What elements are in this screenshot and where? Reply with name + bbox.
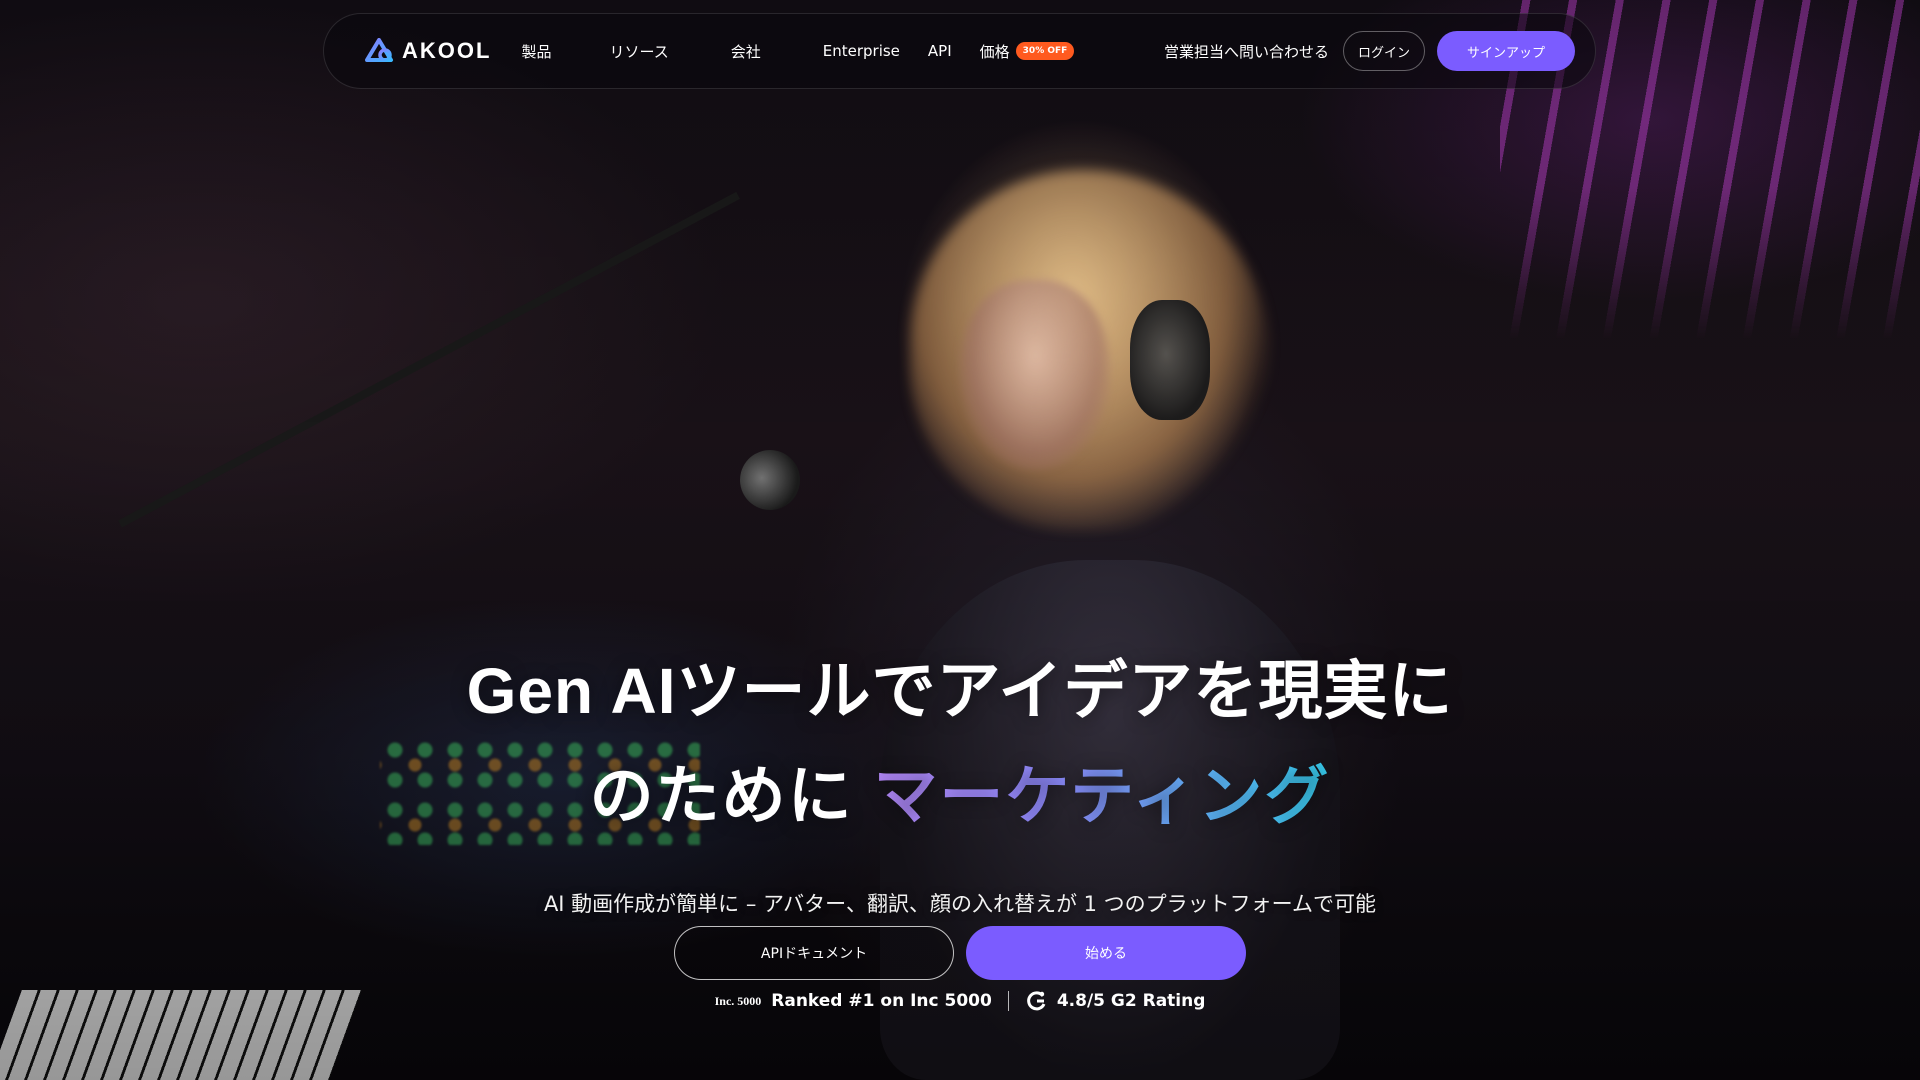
nav-actions: 営業担当へ問い合わせる ログイン サインアップ [1164,31,1575,71]
hero-subtitle: AI 動画作成が簡単に – アバター、翻訳、顔の入れ替えが 1 つのプラットフォ… [543,892,1377,916]
nav-item-api[interactable]: API [928,42,952,60]
divider [1007,991,1009,1011]
nav-item-enterprise[interactable]: Enterprise [823,42,900,60]
nav-menu: 製品 リソース 会社 Enterprise API 価格 30% OFF [521,41,1075,62]
g2-icon [1027,991,1046,1011]
nav-item-pricing-label: 価格 [979,42,1010,61]
api-docs-button[interactable]: APIドキュメント [674,926,954,980]
hero-headline-accent: マーケティング [873,760,1331,832]
nav-item-products[interactable]: 製品 [521,41,551,62]
akool-logo[interactable]: AKOOL [364,38,491,64]
hero-background-photo [0,0,1920,1080]
hero-headline-line2: のために マーケティング [0,745,1920,837]
inc-ranking-text: Ranked #1 on Inc 5000 [771,991,992,1011]
akool-logo-icon [365,38,393,62]
nav-item-company[interactable]: 会社 [731,41,761,62]
discount-badge: 30% OFF [1015,42,1075,60]
nav-item-pricing[interactable]: 価格 30% OFF [980,41,1075,62]
contact-sales-link[interactable]: 営業担当へ問い合わせる [1164,41,1329,62]
hero-headline-line1: Gen AIツールでアイデアを現実に [466,655,1454,727]
hero-headline-prefix: のために [589,760,854,832]
hero-overlay [0,0,1920,1080]
social-proof: Inc. 5000 Ranked #1 on Inc 5000 4.8/5 G2… [0,990,1920,1012]
inc-5000-logo: Inc. 5000 [714,993,762,1008]
signup-button[interactable]: サインアップ [1437,31,1575,71]
top-navigation-bar: AKOOL 製品 リソース 会社 Enterprise API 価格 30% O… [323,13,1596,89]
get-started-button[interactable]: 始める [966,926,1246,980]
login-button[interactable]: ログイン [1342,31,1425,71]
brand-name: AKOOL [402,38,492,63]
nav-item-resources[interactable]: リソース [609,41,668,62]
g2-rating-text: 4.8/5 G2 Rating [1056,991,1206,1011]
hero-cta-group: APIドキュメント 始める [674,926,1246,980]
